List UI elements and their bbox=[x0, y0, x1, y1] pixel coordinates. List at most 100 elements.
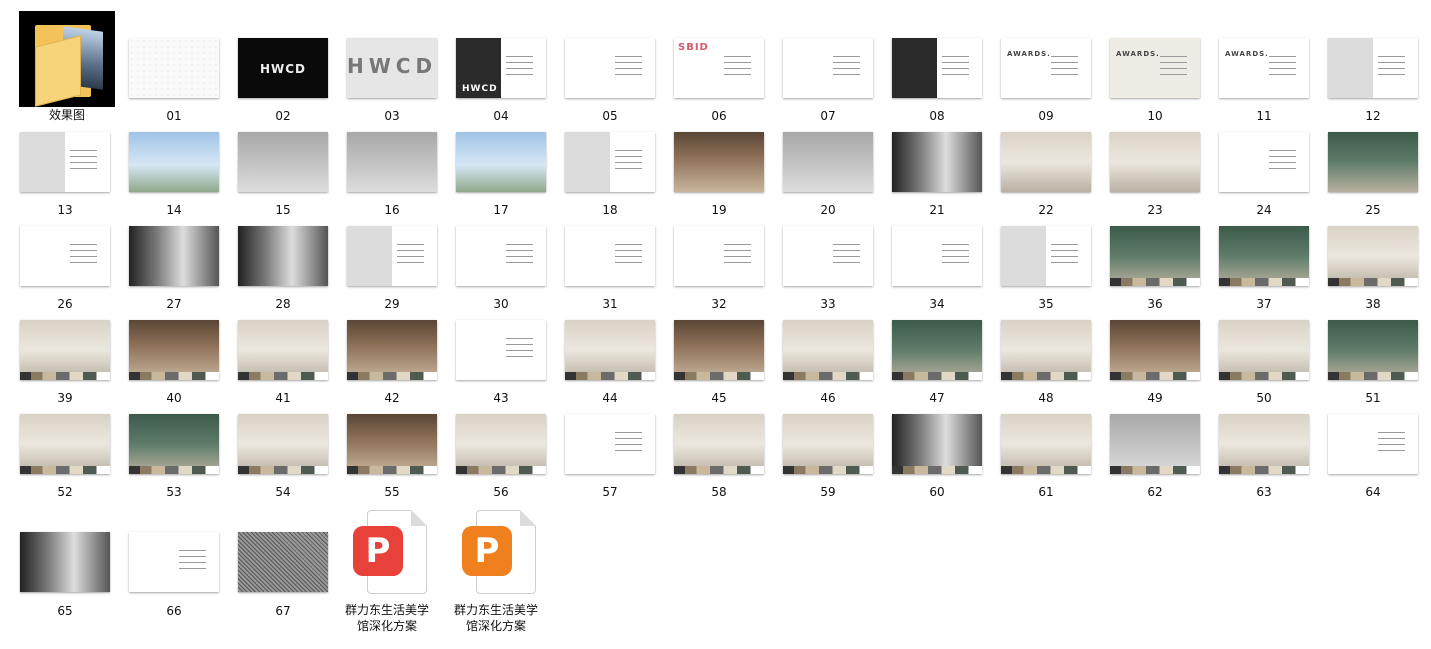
thumbnail-image bbox=[1001, 226, 1091, 286]
thumbnail-image bbox=[1110, 132, 1200, 192]
file-item-06[interactable]: SBID 06 bbox=[654, 38, 764, 123]
file-item-53[interactable]: 53 bbox=[109, 414, 219, 499]
file-item-59[interactable]: 59 bbox=[763, 414, 873, 499]
file-item-28[interactable]: 28 bbox=[218, 226, 328, 311]
file-item-65[interactable]: 65 bbox=[0, 532, 110, 618]
thumbnail-image bbox=[20, 320, 110, 380]
thumbnail-image bbox=[892, 226, 982, 286]
file-item-54[interactable]: 54 bbox=[218, 414, 328, 499]
file-item-05[interactable]: 05 bbox=[545, 38, 655, 123]
file-item-19[interactable]: 19 bbox=[654, 132, 764, 217]
file-item-51[interactable]: 51 bbox=[1308, 320, 1418, 405]
file-item-40[interactable]: 40 bbox=[109, 320, 219, 405]
file-item-03[interactable]: HWCD 03 bbox=[327, 38, 437, 123]
file-item-16[interactable]: 16 bbox=[327, 132, 437, 217]
document-label: 群力东生活美学 馆深化方案 bbox=[453, 603, 538, 633]
thumbnail-word: AWARDS. bbox=[1116, 50, 1160, 58]
file-item-15[interactable]: 15 bbox=[218, 132, 328, 217]
file-label: 51 bbox=[1365, 391, 1381, 405]
file-item-45[interactable]: 45 bbox=[654, 320, 764, 405]
file-item-18[interactable]: 18 bbox=[545, 132, 655, 217]
file-item-61[interactable]: 61 bbox=[981, 414, 1091, 499]
file-item-22[interactable]: 22 bbox=[981, 132, 1091, 217]
file-item-42[interactable]: 42 bbox=[327, 320, 437, 405]
thumbnail-image bbox=[20, 132, 110, 192]
thumbnail-image bbox=[1110, 414, 1200, 474]
file-item-60[interactable]: 60 bbox=[872, 414, 982, 499]
file-item-01[interactable]: 01 bbox=[109, 38, 219, 123]
file-item-46[interactable]: 46 bbox=[763, 320, 873, 405]
file-item-11[interactable]: AWARDS. 11 bbox=[1199, 38, 1309, 123]
file-item-56[interactable]: 56 bbox=[436, 414, 546, 499]
thumbnail-image: AWARDS. bbox=[1001, 38, 1091, 98]
file-item-09[interactable]: AWARDS. 09 bbox=[981, 38, 1091, 123]
file-item-50[interactable]: 50 bbox=[1199, 320, 1309, 405]
file-item-67[interactable]: 67 bbox=[218, 532, 328, 618]
thumbnail-image bbox=[456, 132, 546, 192]
file-item-55[interactable]: 55 bbox=[327, 414, 437, 499]
file-item-13[interactable]: 13 bbox=[0, 132, 110, 217]
file-item-39[interactable]: 39 bbox=[0, 320, 110, 405]
file-item-62[interactable]: 62 bbox=[1090, 414, 1200, 499]
file-item-44[interactable]: 44 bbox=[545, 320, 655, 405]
thumbnail-image bbox=[20, 414, 110, 474]
file-item-08[interactable]: 08 bbox=[872, 38, 982, 123]
thumbnail-image bbox=[347, 414, 437, 474]
thumbnail-image bbox=[892, 414, 982, 474]
thumbnail-image bbox=[1328, 38, 1418, 98]
thumbnail-image bbox=[783, 414, 873, 474]
file-item-52[interactable]: 52 bbox=[0, 414, 110, 499]
file-item-25[interactable]: 25 bbox=[1308, 132, 1418, 217]
file-item-10[interactable]: AWARDS. 10 bbox=[1090, 38, 1200, 123]
thumbnail-image bbox=[456, 226, 546, 286]
folder-icon bbox=[19, 11, 115, 107]
file-item-58[interactable]: 58 bbox=[654, 414, 764, 499]
file-item-12[interactable]: 12 bbox=[1308, 38, 1418, 123]
file-item-47[interactable]: 47 bbox=[872, 320, 982, 405]
file-item-02[interactable]: HWCD 02 bbox=[218, 38, 328, 123]
file-label: 64 bbox=[1365, 485, 1381, 499]
file-item-32[interactable]: 32 bbox=[654, 226, 764, 311]
file-item-20[interactable]: 20 bbox=[763, 132, 873, 217]
file-label: 38 bbox=[1365, 297, 1381, 311]
file-item-17[interactable]: 17 bbox=[436, 132, 546, 217]
file-item-38[interactable]: 38 bbox=[1308, 226, 1418, 311]
file-item-23[interactable]: 23 bbox=[1090, 132, 1200, 217]
thumbnail-image bbox=[1219, 414, 1309, 474]
thumbnail-image bbox=[238, 226, 328, 286]
file-item-07[interactable]: 07 bbox=[763, 38, 873, 123]
thumbnail-image: HWCD bbox=[456, 38, 546, 98]
thumbnail-image bbox=[565, 38, 655, 98]
file-item-35[interactable]: 35 bbox=[981, 226, 1091, 311]
file-item-31[interactable]: 31 bbox=[545, 226, 655, 311]
file-item-64[interactable]: 64 bbox=[1308, 414, 1418, 499]
file-item-26[interactable]: 26 bbox=[0, 226, 110, 311]
thumbnail-image bbox=[783, 226, 873, 286]
file-item-43[interactable]: 43 bbox=[436, 320, 546, 405]
file-item-57[interactable]: 57 bbox=[545, 414, 655, 499]
file-item-30[interactable]: 30 bbox=[436, 226, 546, 311]
file-item-36[interactable]: 36 bbox=[1090, 226, 1200, 311]
thumbnail-image bbox=[892, 320, 982, 380]
document-item[interactable]: P 群力东生活美学 馆深化方案 bbox=[454, 510, 569, 640]
file-item-49[interactable]: 49 bbox=[1090, 320, 1200, 405]
thumbnail-image bbox=[1110, 320, 1200, 380]
file-item-04[interactable]: HWCD 04 bbox=[436, 38, 546, 123]
file-item-63[interactable]: 63 bbox=[1199, 414, 1309, 499]
file-item-33[interactable]: 33 bbox=[763, 226, 873, 311]
thumbnail-image bbox=[347, 320, 437, 380]
file-item-37[interactable]: 37 bbox=[1199, 226, 1309, 311]
file-item-27[interactable]: 27 bbox=[109, 226, 219, 311]
file-item-48[interactable]: 48 bbox=[981, 320, 1091, 405]
thumbnail-image bbox=[347, 226, 437, 286]
thumbnail-image bbox=[565, 320, 655, 380]
file-item-29[interactable]: 29 bbox=[327, 226, 437, 311]
file-item-66[interactable]: 66 bbox=[109, 532, 219, 618]
file-item-21[interactable]: 21 bbox=[872, 132, 982, 217]
thumbnail-image bbox=[674, 226, 764, 286]
file-item-24[interactable]: 24 bbox=[1199, 132, 1309, 217]
file-item-14[interactable]: 14 bbox=[109, 132, 219, 217]
file-item-41[interactable]: 41 bbox=[218, 320, 328, 405]
thumbnail-image bbox=[783, 38, 873, 98]
file-item-34[interactable]: 34 bbox=[872, 226, 982, 311]
